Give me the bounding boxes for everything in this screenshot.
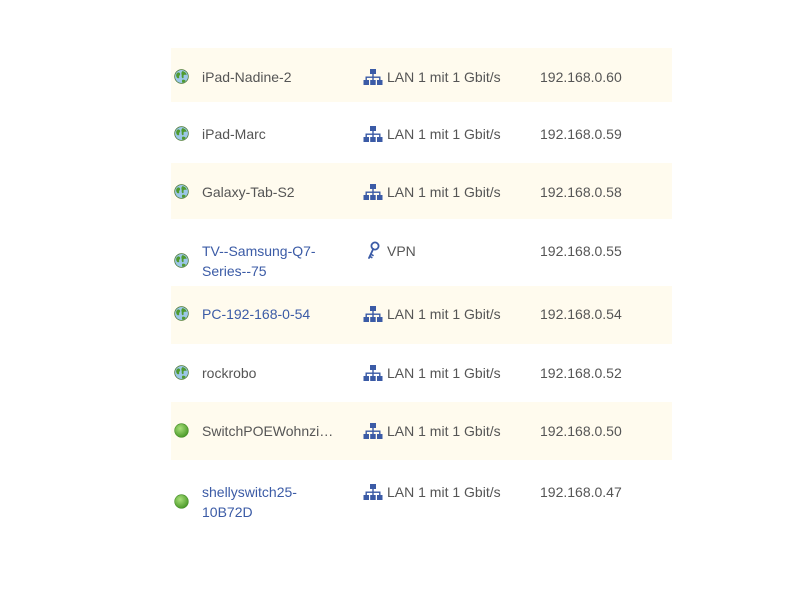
device-row: shellyswitch25-10B72D LAN 1 mit 1 Gbit/s… (171, 460, 672, 530)
key-icon (363, 241, 383, 261)
connection-info: LAN 1 mit 1 Gbit/s (363, 67, 501, 87)
device-row: TV--Samsung-Q7-Series--75 VPN 192.168.0.5… (171, 219, 672, 286)
connection-label: LAN 1 mit 1 Gbit/s (387, 126, 501, 142)
device-name: SwitchPOEWohnzimmer (202, 423, 344, 439)
device-row: PC-192-168-0-54 LAN 1 mit 1 Gbit/s 192.16… (171, 286, 672, 344)
network-icon (363, 421, 383, 441)
device-row: iPad-Marc LAN 1 mit 1 Gbit/s 192.168.0.59 (171, 105, 672, 163)
device-name: iPad-Marc (202, 126, 266, 142)
ip-address: 192.168.0.47 (540, 484, 622, 500)
globe-icon (174, 126, 189, 141)
device-row: SwitchPOEWohnzimmer LAN 1 mit 1 Gbit/s 19… (171, 402, 672, 460)
ip-address: 192.168.0.50 (540, 423, 622, 439)
ip-address: 192.168.0.55 (540, 243, 622, 259)
connection-info: LAN 1 mit 1 Gbit/s (363, 421, 501, 441)
green-dot-icon (174, 423, 189, 438)
device-name: rockrobo (202, 365, 257, 381)
device-row: rockrobo LAN 1 mit 1 Gbit/s 192.168.0.52 (171, 344, 672, 402)
connection-info: LAN 1 mit 1 Gbit/s (363, 482, 501, 502)
globe-icon (174, 306, 189, 321)
connection-label: LAN 1 mit 1 Gbit/s (387, 423, 501, 439)
globe-icon (174, 365, 189, 380)
connection-info: VPN (363, 241, 416, 261)
green-dot-icon (174, 494, 189, 509)
ip-address: 192.168.0.52 (540, 365, 622, 381)
connection-label: LAN 1 mit 1 Gbit/s (387, 69, 501, 85)
device-name[interactable]: PC-192-168-0-54 (202, 304, 344, 324)
ip-address: 192.168.0.54 (540, 306, 622, 322)
ip-address: 192.168.0.60 (540, 69, 622, 85)
connection-label: VPN (387, 243, 416, 259)
connection-info: LAN 1 mit 1 Gbit/s (363, 363, 501, 383)
network-icon (363, 482, 383, 502)
connection-info: LAN 1 mit 1 Gbit/s (363, 182, 501, 202)
device-row: Galaxy-Tab-S2 LAN 1 mit 1 Gbit/s 192.168.… (171, 163, 672, 219)
connection-label: LAN 1 mit 1 Gbit/s (387, 306, 501, 322)
network-icon (363, 304, 383, 324)
connection-info: LAN 1 mit 1 Gbit/s (363, 124, 501, 144)
globe-icon (174, 253, 189, 268)
device-row: iPad-Nadine-2 LAN 1 mit 1 Gbit/s 192.168.… (171, 48, 672, 102)
device-name: iPad-Nadine-2 (202, 69, 292, 85)
connection-info: LAN 1 mit 1 Gbit/s (363, 304, 501, 324)
ip-address: 192.168.0.59 (540, 126, 622, 142)
connection-label: LAN 1 mit 1 Gbit/s (387, 484, 501, 500)
connection-label: LAN 1 mit 1 Gbit/s (387, 184, 501, 200)
network-icon (363, 182, 383, 202)
network-icon (363, 363, 383, 383)
ip-address: 192.168.0.58 (540, 184, 622, 200)
network-icon (363, 67, 383, 87)
network-icon (363, 124, 383, 144)
device-name[interactable]: shellyswitch25-10B72D (202, 482, 312, 522)
device-name: Galaxy-Tab-S2 (202, 184, 295, 200)
device-name[interactable]: TV--Samsung-Q7-Series--75 (202, 241, 332, 281)
globe-icon (174, 184, 189, 199)
connection-label: LAN 1 mit 1 Gbit/s (387, 365, 501, 381)
globe-icon (174, 69, 189, 84)
